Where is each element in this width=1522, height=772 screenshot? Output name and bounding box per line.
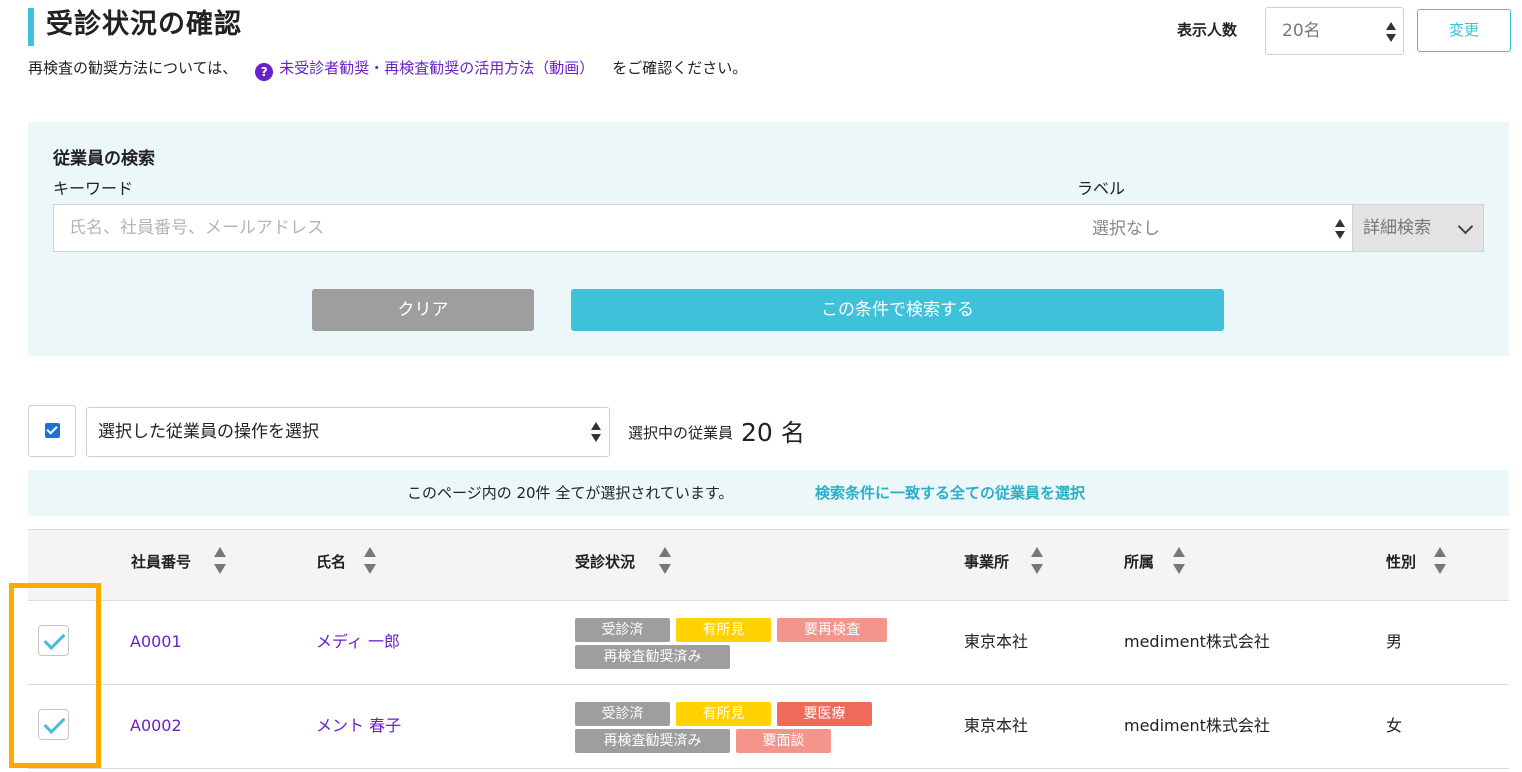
select-all-matching-link[interactable]: 検索条件に一致する全ての従業員を選択: [815, 470, 1085, 516]
status-badge: 受診済: [575, 702, 670, 726]
office-cell: 東京本社: [964, 716, 1029, 735]
bulk-operation-value: 選択した従業員の操作を選択: [98, 422, 319, 442]
display-count-select[interactable]: 20名: [1265, 7, 1404, 55]
column-header-status[interactable]: 受診状況: [575, 552, 635, 572]
intro-prefix: 再検査の勧奨方法については、: [28, 59, 238, 77]
title-accent-bar: [28, 8, 34, 46]
employee-name-link[interactable]: メディ 一郎: [316, 631, 400, 653]
table-row: A0001 メディ 一郎 受診済 有所見 要再検査 再検査勧奨済み 東京本社 m…: [28, 601, 1509, 685]
bulk-operation-select[interactable]: 選択した従業員の操作を選択: [86, 407, 610, 457]
select-arrows-icon: [590, 422, 602, 444]
label-select-value: 選択なし: [1092, 219, 1160, 239]
sort-icon[interactable]: [659, 547, 671, 579]
employee-search-panel: 従業員の検索 キーワード ラベル 選択なし 詳細検索 クリア この条件で検索する: [28, 122, 1509, 356]
intro-suffix: をご確認ください。: [612, 59, 748, 77]
help-icon: ?: [255, 63, 274, 81]
column-header-employee-id[interactable]: 社員番号: [131, 552, 191, 572]
search-title: 従業員の検索: [53, 149, 155, 169]
selected-count: 選択中の従業員 20 名: [628, 413, 805, 448]
label-field-label: ラベル: [1077, 179, 1126, 198]
detail-search-label: 詳細検索: [1363, 218, 1431, 238]
department-cell: mediment株式会社: [1124, 716, 1270, 735]
select-arrows-icon: [1334, 219, 1346, 241]
clear-button[interactable]: クリア: [312, 289, 534, 331]
status-badge: 再検査勧奨済み: [575, 729, 730, 753]
intro-line: 再検査の勧奨方法については、? 未受診者勧奨・再検査勧奨の活用方法（動画） をご確認…: [28, 58, 747, 81]
search-submit-button[interactable]: この条件で検索する: [571, 289, 1224, 331]
column-header-office[interactable]: 事業所: [964, 552, 1009, 572]
sort-icon[interactable]: [1173, 547, 1185, 579]
select-all-checkbox[interactable]: [28, 405, 76, 457]
status-badge: 再検査勧奨済み: [575, 645, 730, 669]
gender-cell: 女: [1386, 716, 1403, 735]
employee-id-link[interactable]: A0002: [130, 715, 182, 737]
status-badge: 有所見: [676, 618, 771, 642]
employee-id-link[interactable]: A0001: [130, 631, 182, 653]
video-guide-link[interactable]: 未受診者勧奨・再検査勧奨の活用方法（動画）: [279, 59, 594, 77]
column-header-gender[interactable]: 性別: [1386, 552, 1416, 572]
selection-notice: このページ内の 20件 全てが選択されています。 検索条件に一致する全ての従業員…: [28, 470, 1509, 516]
chevron-down-icon: [1457, 218, 1474, 235]
change-button[interactable]: 変更: [1417, 9, 1511, 52]
office-cell: 東京本社: [964, 632, 1029, 651]
selection-notice-message: このページ内の 20件 全てが選択されています。: [407, 484, 734, 502]
status-badge: 受診済: [575, 618, 670, 642]
status-badge: 要再検査: [777, 618, 887, 642]
department-cell: mediment株式会社: [1124, 632, 1270, 651]
display-count-label: 表示人数: [1177, 21, 1238, 39]
employee-name-link[interactable]: メント 春子: [316, 715, 401, 737]
sort-icon[interactable]: [364, 547, 376, 579]
sort-icon[interactable]: [214, 547, 226, 579]
status-badge: 要医療: [777, 702, 872, 726]
keyword-label: キーワード: [53, 179, 134, 198]
table-header: 社員番号 氏名 受診状況 事業所 所属 性別: [28, 529, 1509, 601]
sort-icon[interactable]: [1031, 547, 1043, 579]
keyword-input[interactable]: [53, 204, 1078, 252]
label-select[interactable]: 選択なし: [1077, 204, 1353, 252]
status-badge: 要面談: [736, 729, 831, 753]
display-count-value: 20名: [1282, 21, 1321, 41]
sort-icon[interactable]: [1434, 547, 1446, 579]
detail-search-button[interactable]: 詳細検索: [1352, 204, 1484, 252]
select-arrows-icon: [1385, 22, 1397, 44]
column-header-name[interactable]: 氏名: [316, 552, 346, 572]
gender-cell: 男: [1386, 632, 1403, 651]
table-row: A0002 メント 春子 受診済 有所見 要医療 再検査勧奨済み 要面談 東京本…: [28, 685, 1509, 769]
column-header-department[interactable]: 所属: [1124, 552, 1154, 572]
selected-count-label: 選択中の従業員: [628, 424, 734, 442]
checkbox-highlight-frame: [9, 583, 101, 768]
page-title: 受診状況の確認: [46, 9, 242, 40]
selected-count-unit: 名: [780, 419, 805, 447]
checkbox-checked-icon: [45, 423, 60, 438]
selected-count-number: 20: [741, 418, 773, 447]
status-badge: 有所見: [676, 702, 771, 726]
